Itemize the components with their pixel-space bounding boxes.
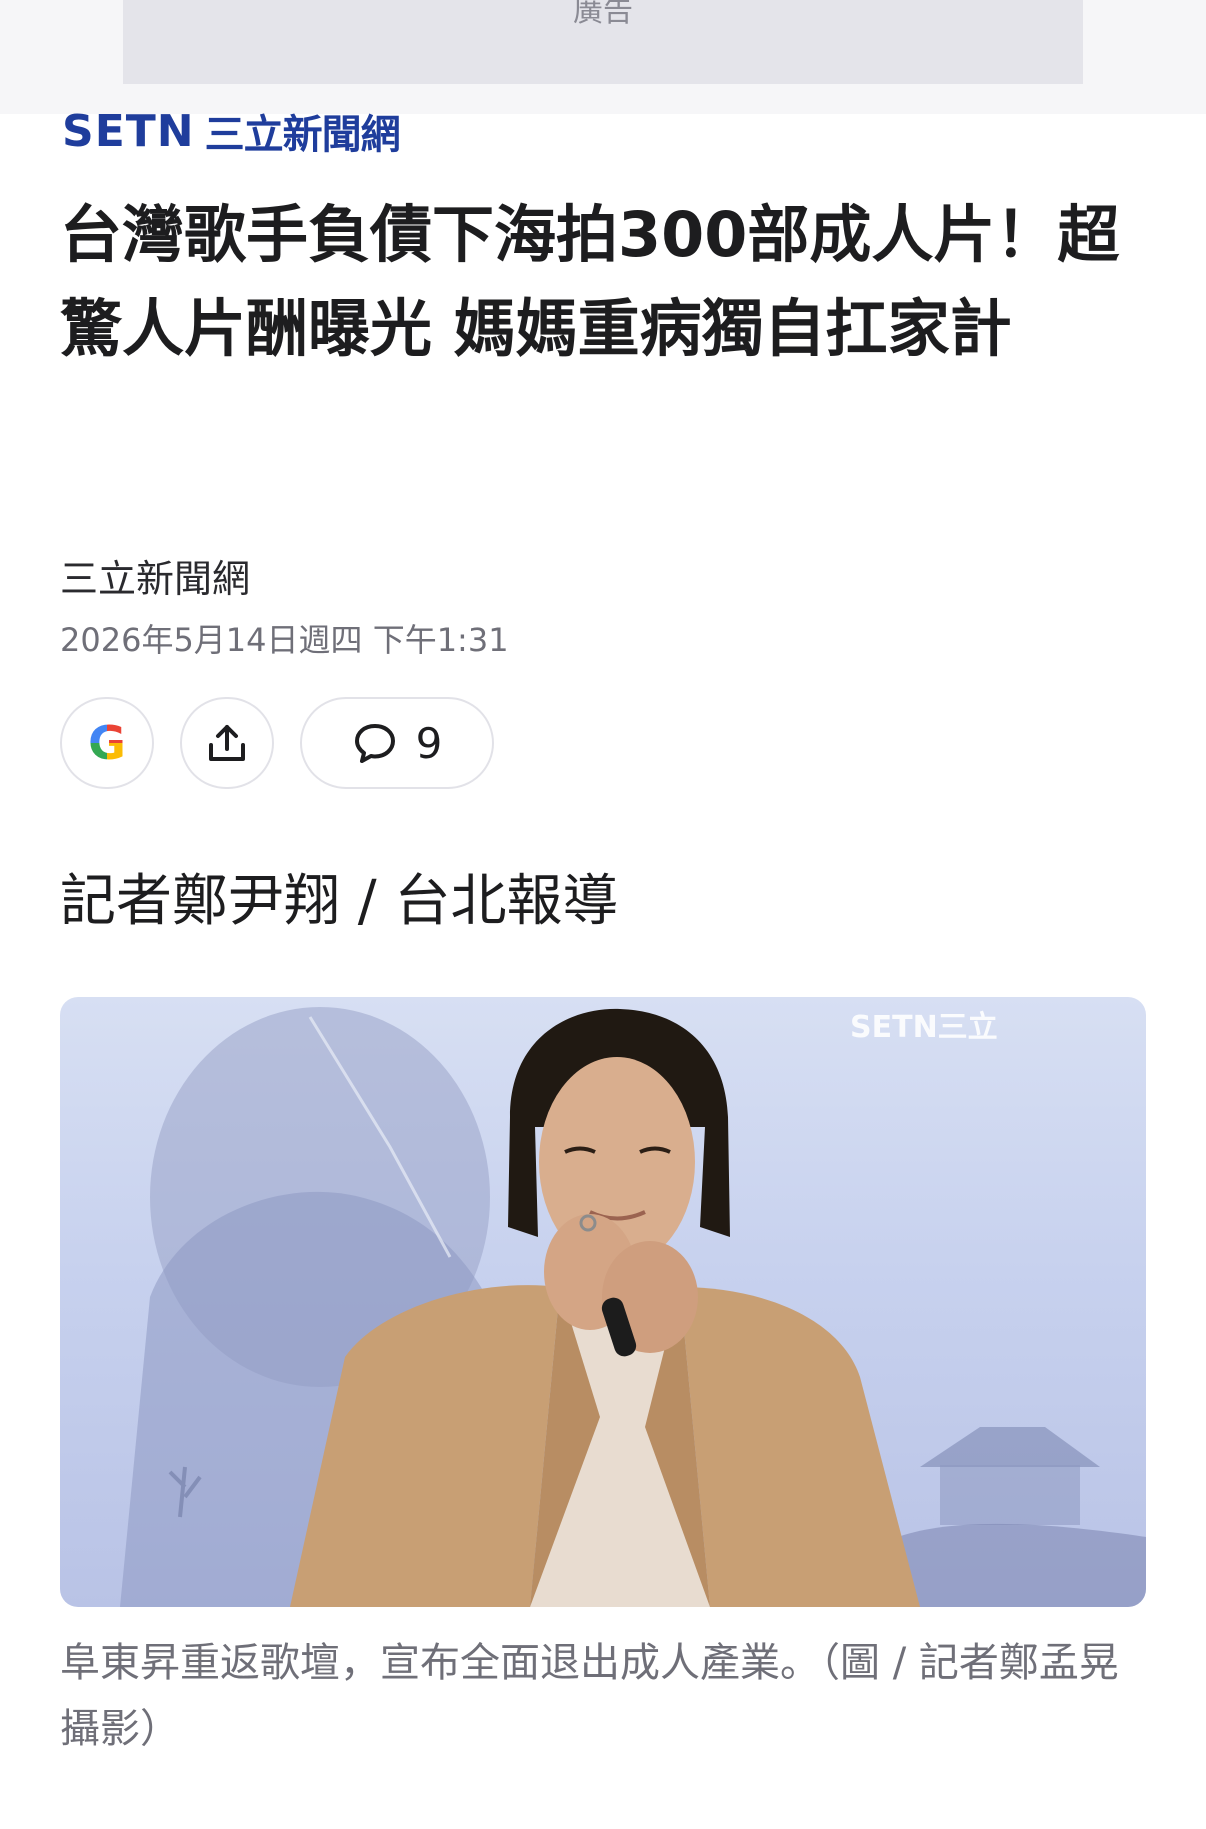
- article-timestamp: 2026年5月14日週四 下午1:31: [60, 621, 509, 659]
- logo-chinese-text: 三立新聞網: [204, 112, 401, 158]
- ad-placeholder[interactable]: 廣告: [123, 0, 1083, 84]
- comment-icon: [354, 724, 395, 763]
- article-photo[interactable]: SETN三立: [60, 997, 1146, 1607]
- article-source[interactable]: 三立新聞網: [60, 548, 250, 603]
- article-byline: 記者鄭尹翔 / 台北報導: [60, 869, 619, 934]
- google-icon: G: [88, 716, 126, 770]
- photo-illustration: SETN三立: [120, 1007, 1146, 1607]
- comment-count: 9: [415, 718, 443, 768]
- logo-setn-text: SETN: [62, 105, 195, 157]
- article-title: 台灣歌手負債下海拍300部成人片！超驚人片酬曝光 媽媽重病獨自扛家計: [60, 198, 1120, 365]
- publisher-logo[interactable]: SETN 三立新聞網: [62, 105, 401, 159]
- ad-banner: 廣告: [0, 0, 1206, 114]
- photo-watermark: SETN三立: [850, 1010, 998, 1045]
- comments-button[interactable]: 9: [300, 697, 494, 789]
- google-preferred-source-button[interactable]: G: [60, 697, 154, 789]
- photo-caption: 阜東昇重返歌壇，宣布全面退出成人產業。（圖 / 記者鄭孟晃攝影）: [60, 1640, 1119, 1752]
- share-button[interactable]: [180, 697, 274, 789]
- share-icon: [209, 725, 245, 761]
- ad-label: 廣告: [573, 0, 633, 29]
